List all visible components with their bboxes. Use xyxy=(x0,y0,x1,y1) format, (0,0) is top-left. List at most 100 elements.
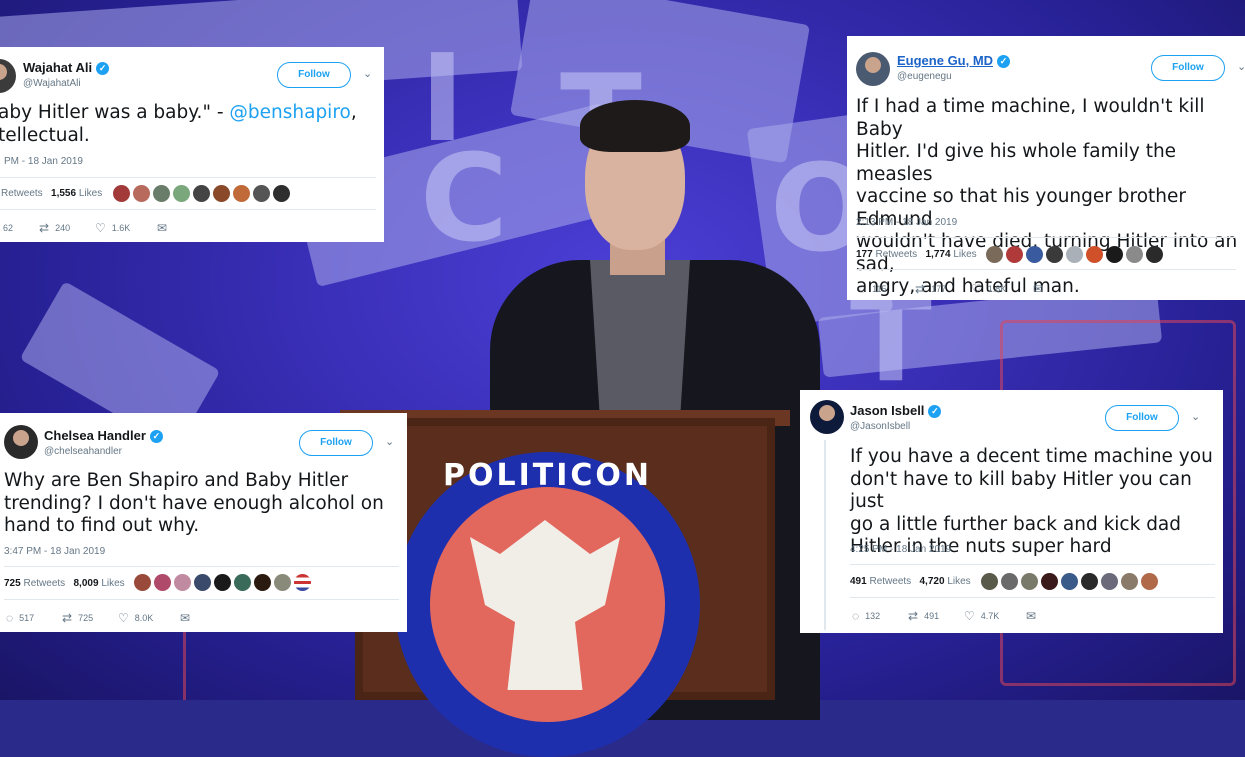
retweet-action[interactable]: ⇄ 725 xyxy=(62,611,118,625)
liker-avatar[interactable] xyxy=(1146,246,1163,263)
dm-action[interactable]: ✉ xyxy=(180,611,190,625)
likes-count[interactable]: 8,009 xyxy=(74,578,99,589)
chevron-down-icon[interactable]: ⌄ xyxy=(1191,410,1200,423)
liker-avatar[interactable] xyxy=(986,246,1003,263)
liker-avatar[interactable] xyxy=(981,573,998,590)
liker-avatar[interactable] xyxy=(213,185,230,202)
author-handle[interactable]: @WajahatAli xyxy=(23,78,81,89)
dm-action[interactable]: ✉ xyxy=(1033,282,1043,296)
liker-avatar[interactable] xyxy=(1121,573,1138,590)
liker-avatar[interactable] xyxy=(233,185,250,202)
follow-button[interactable]: Follow xyxy=(299,430,373,456)
like-action[interactable]: ♡ 4.7K xyxy=(964,609,1026,623)
tweet-timestamp[interactable]: PM - 18 Jan 2019 xyxy=(4,156,83,167)
liker-avatar[interactable] xyxy=(1086,246,1103,263)
avatar[interactable] xyxy=(4,425,38,459)
liker-avatar[interactable] xyxy=(1081,573,1098,590)
likes-count[interactable]: 1,556 xyxy=(51,188,76,199)
follow-button[interactable]: Follow xyxy=(1151,55,1225,81)
liker-avatar[interactable] xyxy=(194,574,211,591)
reply-action[interactable]: ◌ 517 xyxy=(6,611,62,625)
retweets-label[interactable]: Retweets xyxy=(1,188,43,199)
like-action[interactable]: ♡ 8.0K xyxy=(118,611,180,625)
avatar[interactable] xyxy=(810,400,844,434)
mention-link[interactable]: @benshapiro xyxy=(229,102,350,123)
retweet-action[interactable]: ⇄ 491 xyxy=(908,609,964,623)
liker-avatar[interactable] xyxy=(1006,246,1023,263)
likes-count[interactable]: 1,774 xyxy=(926,249,951,260)
follow-button[interactable]: Follow xyxy=(1105,405,1179,431)
liker-avatar[interactable] xyxy=(214,574,231,591)
likes-count[interactable]: 4,720 xyxy=(920,576,945,587)
likes-label[interactable]: Likes xyxy=(947,576,970,587)
reply-action[interactable]: 62 xyxy=(3,221,39,235)
retweet-action[interactable]: ⇄ 240 xyxy=(39,221,95,235)
verified-badge-icon: ✓ xyxy=(997,55,1011,69)
avatar[interactable] xyxy=(856,52,890,86)
author-handle[interactable]: @JasonIsbell xyxy=(850,421,910,432)
author-name[interactable]: Eugene Gu, MD ✓ xyxy=(897,53,1011,69)
liker-avatar[interactable] xyxy=(134,574,151,591)
retweets-count[interactable]: 177 xyxy=(856,249,873,260)
liker-avatar[interactable] xyxy=(113,185,130,202)
tweet-timestamp[interactable]: 4:25 PM - 18 Jan 2019 xyxy=(850,544,951,555)
dm-action[interactable]: ✉ xyxy=(1026,609,1036,623)
liker-avatar[interactable] xyxy=(1041,573,1058,590)
liker-avatar[interactable] xyxy=(1066,246,1083,263)
retweets-label[interactable]: Retweets xyxy=(869,576,911,587)
likes-label[interactable]: Likes xyxy=(953,249,976,260)
tweet-timestamp[interactable]: 2:13 PM - 18 Jan 2019 xyxy=(856,217,957,228)
tweet-timestamp[interactable]: 3:47 PM - 18 Jan 2019 xyxy=(4,546,105,557)
chevron-down-icon[interactable]: ⌄ xyxy=(385,435,394,448)
liker-avatar[interactable] xyxy=(153,185,170,202)
liker-avatar[interactable] xyxy=(273,185,290,202)
liker-avatar[interactable] xyxy=(1001,573,1018,590)
liker-avatar[interactable] xyxy=(1126,246,1143,263)
like-action[interactable]: ♡ 1.8K xyxy=(971,282,1033,296)
avatar[interactable] xyxy=(0,59,16,93)
liker-avatar[interactable] xyxy=(1021,573,1038,590)
liker-avatar[interactable] xyxy=(174,574,191,591)
retweets-count[interactable]: 725 xyxy=(4,578,21,589)
follow-button[interactable]: Follow xyxy=(277,62,351,88)
liker-avatar[interactable] xyxy=(154,574,171,591)
chevron-down-icon[interactable]: ⌄ xyxy=(363,67,372,80)
liker-avatar[interactable] xyxy=(1026,246,1043,263)
liker-avatar[interactable] xyxy=(254,574,271,591)
author-name[interactable]: Wajahat Ali ✓ xyxy=(23,60,110,76)
liker-avatar[interactable] xyxy=(1061,573,1078,590)
liker-avatar[interactable] xyxy=(193,185,210,202)
author-handle[interactable]: @chelseahandler xyxy=(44,446,122,457)
retweets-count[interactable]: 491 xyxy=(850,576,867,587)
divider xyxy=(850,564,1215,565)
liker-avatar[interactable] xyxy=(274,574,291,591)
liker-avatars xyxy=(986,246,1163,263)
retweet-icon: ⇄ xyxy=(908,609,919,623)
liker-avatar[interactable] xyxy=(234,574,251,591)
liker-avatar[interactable] xyxy=(1106,246,1123,263)
retweets-label[interactable]: Retweets xyxy=(23,578,65,589)
author-handle[interactable]: @eugenegu xyxy=(897,71,952,82)
reply-action[interactable]: ◌ 132 xyxy=(852,609,908,623)
liker-avatar[interactable] xyxy=(253,185,270,202)
liker-avatar[interactable] xyxy=(294,574,311,591)
liker-avatars xyxy=(981,573,1158,590)
author-name[interactable]: Jason Isbell ✓ xyxy=(850,403,942,419)
like-action[interactable]: ♡ 1.6K xyxy=(95,221,157,235)
liker-avatar[interactable] xyxy=(173,185,190,202)
author-name-text: Jason Isbell xyxy=(850,403,925,418)
retweet-action[interactable]: ⇄ 177 xyxy=(915,282,971,296)
liker-avatar[interactable] xyxy=(133,185,150,202)
liker-avatar[interactable] xyxy=(1141,573,1158,590)
liker-avatar[interactable] xyxy=(1046,246,1063,263)
envelope-icon: ✉ xyxy=(157,221,168,235)
likes-label[interactable]: Likes xyxy=(79,188,102,199)
retweets-label[interactable]: Retweets xyxy=(875,249,917,260)
author-name[interactable]: Chelsea Handler ✓ xyxy=(44,428,163,444)
chevron-down-icon[interactable]: ⌄ xyxy=(1237,60,1245,73)
liker-avatar[interactable] xyxy=(1101,573,1118,590)
dm-action[interactable]: ✉ xyxy=(157,221,167,235)
reply-action[interactable]: ◌ 115 xyxy=(859,282,915,296)
likes-label[interactable]: Likes xyxy=(101,578,124,589)
tweet-actions: ◌ 132 ⇄ 491 ♡ 4.7K ✉ xyxy=(852,609,1036,623)
